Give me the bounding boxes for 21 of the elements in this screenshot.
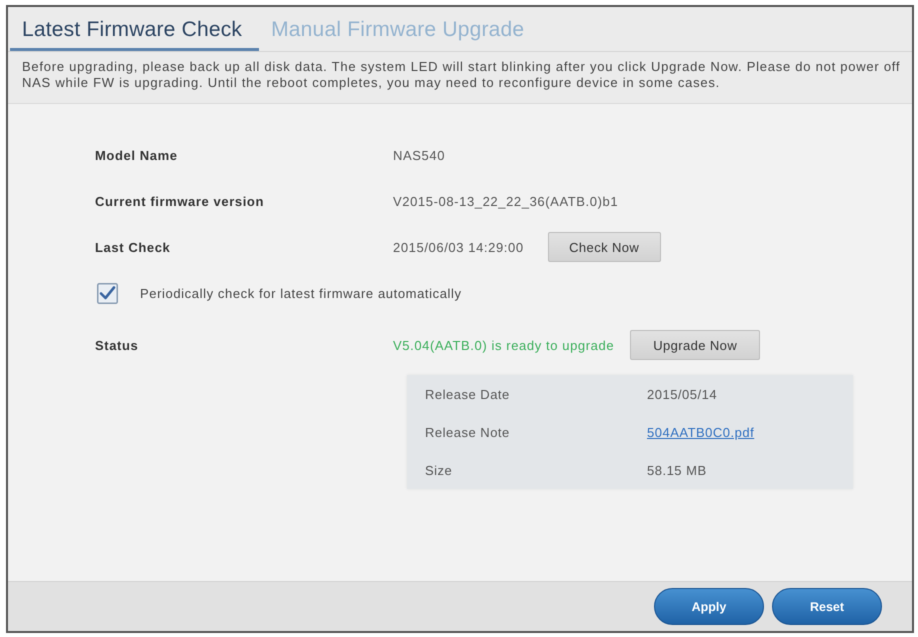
field-label: Current firmware version [95, 194, 266, 208]
status-label: Status [95, 338, 140, 352]
release-note-link[interactable]: 504AATB0C0.pdf [647, 424, 754, 440]
release-label: Size [425, 462, 454, 478]
field-value: 2015/06/03 14:29:00 [393, 240, 524, 254]
release-label: Release Note [425, 424, 511, 440]
upgrade-now-button[interactable]: Upgrade Now [630, 330, 760, 360]
status-value: V5.04(AATB.0) is ready to upgrade [393, 338, 614, 352]
check-now-button[interactable]: Check Now [548, 232, 661, 262]
field-label: Last Check [95, 240, 172, 254]
field-value: V2015-08-13_22_22_36(AATB.0)b1 [393, 194, 618, 208]
footer-button[interactable]: Reset [772, 588, 882, 625]
checkbox-icon[interactable] [97, 282, 118, 304]
checkbox-label: Periodically check for latest firmware automatically [140, 286, 462, 300]
field-value: NAS540 [393, 148, 446, 162]
footer-button[interactable]: Apply [654, 588, 764, 625]
notice-text: Before upgrading, please back up all disk data. The system LED will start blinking after you click Upgrade Now. Please do not power off NAS while FW is upgrading. Until the reboot completes, you may need to reconfigure device in some cases. [8, 52, 912, 104]
release-label: Release Date [425, 386, 511, 402]
release-value: 2015/05/14 [647, 386, 718, 402]
field-label: Model Name [95, 148, 179, 162]
release-value: 58.15 MB [647, 462, 707, 478]
